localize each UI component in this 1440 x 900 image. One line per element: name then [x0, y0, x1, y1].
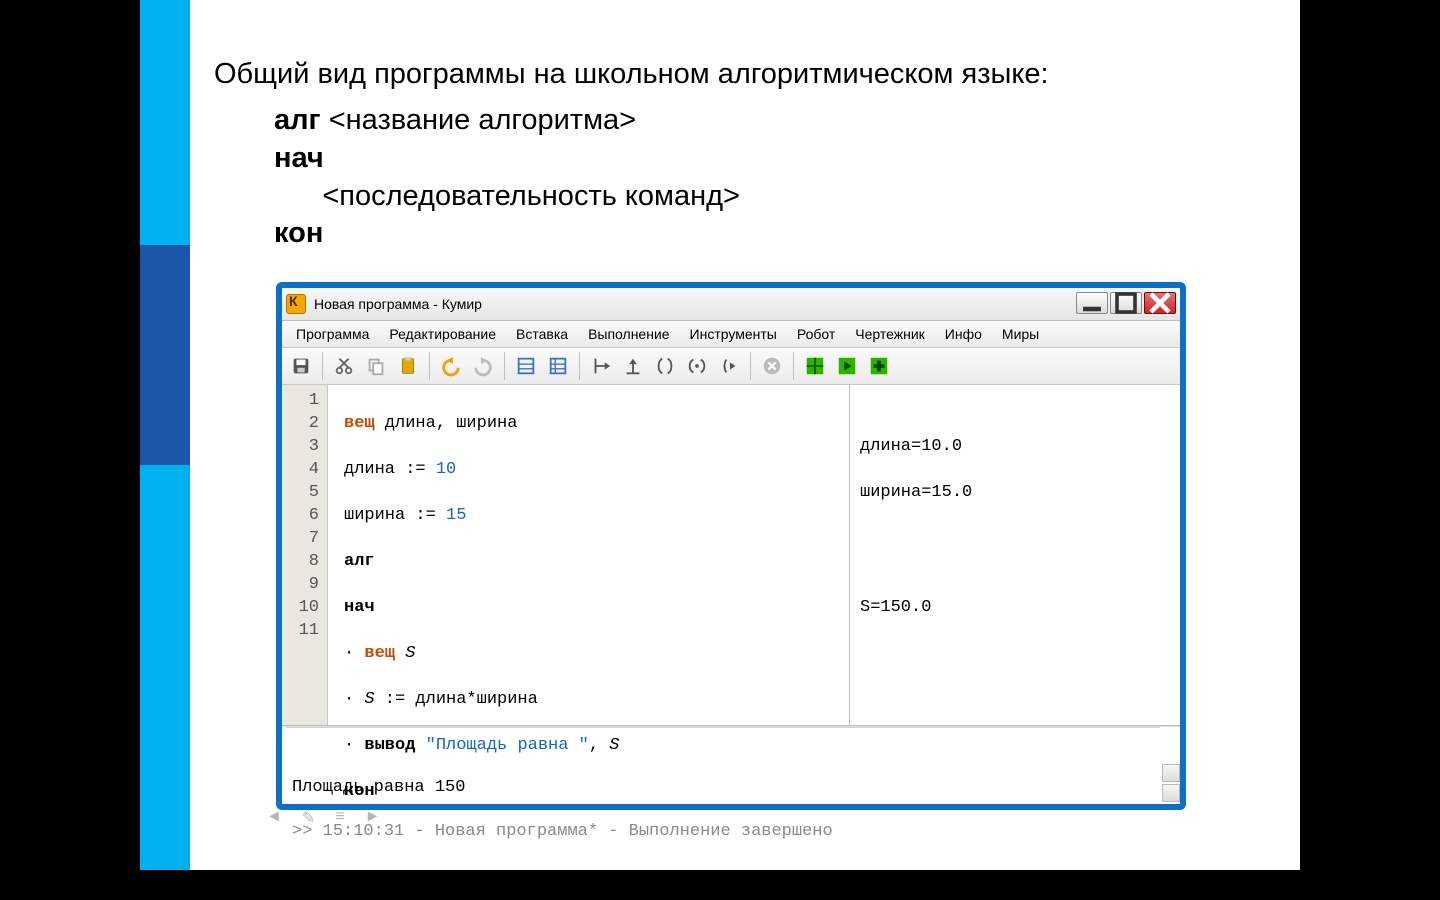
debug-step-icon[interactable] — [586, 351, 616, 381]
line-number: 9 — [282, 573, 319, 596]
window-titlebar[interactable]: Новая программа - Кумир — [282, 288, 1180, 321]
kw-kon: кон — [274, 217, 323, 249]
line-number: 6 — [282, 504, 319, 527]
nav-menu-icon[interactable]: ≡ — [335, 808, 344, 828]
window-title: Новая программа - Кумир — [314, 296, 482, 312]
brace-pair-icon[interactable] — [682, 351, 712, 381]
app-icon — [286, 294, 306, 314]
toolbar-separator — [750, 352, 751, 380]
menu-run[interactable]: Выполнение — [578, 326, 679, 342]
menu-drawer[interactable]: Чертежник — [845, 326, 935, 342]
toolbar-separator — [429, 352, 430, 380]
code-kw: вещ — [344, 414, 375, 433]
line-number: 3 — [282, 435, 319, 458]
accent-square — [140, 245, 190, 465]
menu-tools[interactable]: Инструменты — [680, 326, 787, 342]
brace-icon[interactable] — [650, 351, 680, 381]
code-editor[interactable]: вещ длина, ширина длина := 10 ширина := … — [328, 385, 850, 725]
console-log: >> 15:10:31 - Новая программа* - Выполне… — [292, 821, 1172, 843]
table-list-icon[interactable] — [543, 351, 573, 381]
code-dot: · — [344, 644, 364, 663]
toolbar — [282, 348, 1180, 385]
code-num: 10 — [436, 460, 456, 479]
cut-icon[interactable] — [329, 351, 359, 381]
save-icon[interactable] — [286, 351, 316, 381]
code-text: := длина*ширина — [375, 690, 538, 709]
grid-plus-icon[interactable] — [864, 351, 894, 381]
paste-icon[interactable] — [393, 351, 423, 381]
tpl-alg-rest: <название алгоритма> — [321, 104, 636, 136]
scrollbar[interactable] — [1162, 409, 1180, 804]
menu-info[interactable]: Инфо — [935, 326, 992, 342]
watch-pane: длина=10.0 ширина=15.0 S=150.0 — [850, 385, 1180, 725]
menu-insert[interactable]: Вставка — [506, 326, 578, 342]
nav-next-icon[interactable]: ► — [365, 808, 381, 828]
line-number: 1 — [282, 389, 319, 412]
undo-icon[interactable] — [436, 351, 466, 381]
window-controls — [1074, 292, 1176, 314]
copy-icon[interactable] — [361, 351, 391, 381]
console-pane[interactable]: Площадь равна 150 >> 15:10:31 - Новая пр… — [282, 726, 1180, 889]
line-number: 7 — [282, 527, 319, 550]
toolbar-separator — [579, 352, 580, 380]
grid-play-icon[interactable] — [832, 351, 862, 381]
minimize-button[interactable] — [1076, 292, 1108, 314]
close-button[interactable] — [1144, 292, 1176, 314]
nav-prev-icon[interactable]: ◄ — [266, 808, 282, 828]
paren-step-icon[interactable] — [714, 351, 744, 381]
program-template: алг <название алгоритма> нач <последоват… — [274, 102, 1274, 253]
watch-row: длина=10.0 — [860, 435, 1180, 458]
code-text: длина, ширина — [375, 414, 518, 433]
code-kw: алг — [344, 552, 375, 571]
tpl-sequence: <последовательность команд> — [274, 178, 1274, 216]
line-number: 11 — [282, 619, 319, 642]
toolbar-separator — [322, 352, 323, 380]
code-kw: нач — [344, 598, 375, 617]
menu-edit[interactable]: Редактирование — [379, 326, 506, 342]
line-number: 10 — [282, 596, 319, 619]
stop-icon[interactable] — [757, 351, 787, 381]
toolbar-separator — [793, 352, 794, 380]
code-text: длина := — [344, 460, 436, 479]
code-kw: вещ — [364, 644, 395, 663]
code-id: S — [364, 690, 374, 709]
line-number: 8 — [282, 550, 319, 573]
slide-nav: ◄ ✎ ≡ ► — [266, 808, 380, 828]
kw-alg: алг — [274, 104, 321, 136]
redo-icon[interactable] — [468, 351, 498, 381]
console-rule — [286, 727, 1160, 728]
table-small-icon[interactable] — [511, 351, 541, 381]
menu-program[interactable]: Программа — [286, 326, 379, 342]
line-number: 2 — [282, 412, 319, 435]
line-gutter: 1 2 3 4 5 6 7 8 9 10 11 — [282, 385, 328, 725]
debug-step-out-icon[interactable] — [618, 351, 648, 381]
code-id: S — [395, 644, 415, 663]
line-number: 5 — [282, 481, 319, 504]
grid-green-icon[interactable] — [800, 351, 830, 381]
code-dot: · — [344, 690, 364, 709]
line-number: 4 — [282, 458, 319, 481]
code-num: 15 — [446, 506, 466, 525]
menu-worlds[interactable]: Миры — [992, 326, 1049, 342]
slide: Общий вид программы на школьном алгоритм… — [140, 0, 1300, 870]
maximize-button[interactable] — [1110, 292, 1142, 314]
menu-robot[interactable]: Робот — [787, 326, 845, 342]
slide-title: Общий вид программы на школьном алгоритм… — [214, 55, 1274, 94]
watch-row: S=150.0 — [860, 596, 1180, 619]
console-output: Площадь равна 150 — [292, 777, 1172, 799]
slide-content: Общий вид программы на школьном алгоритм… — [214, 55, 1274, 253]
menubar: Программа Редактирование Вставка Выполне… — [282, 321, 1180, 348]
kumir-window: Новая программа - Кумир Программа Редакт… — [276, 282, 1186, 810]
toolbar-separator — [504, 352, 505, 380]
code-text: ширина := — [344, 506, 446, 525]
kw-nach: нач — [274, 142, 324, 174]
editor-area: 1 2 3 4 5 6 7 8 9 10 11 вещ длина, ширин… — [282, 385, 1180, 726]
watch-row: ширина=15.0 — [860, 481, 1180, 504]
nav-pen-icon[interactable]: ✎ — [302, 808, 315, 828]
